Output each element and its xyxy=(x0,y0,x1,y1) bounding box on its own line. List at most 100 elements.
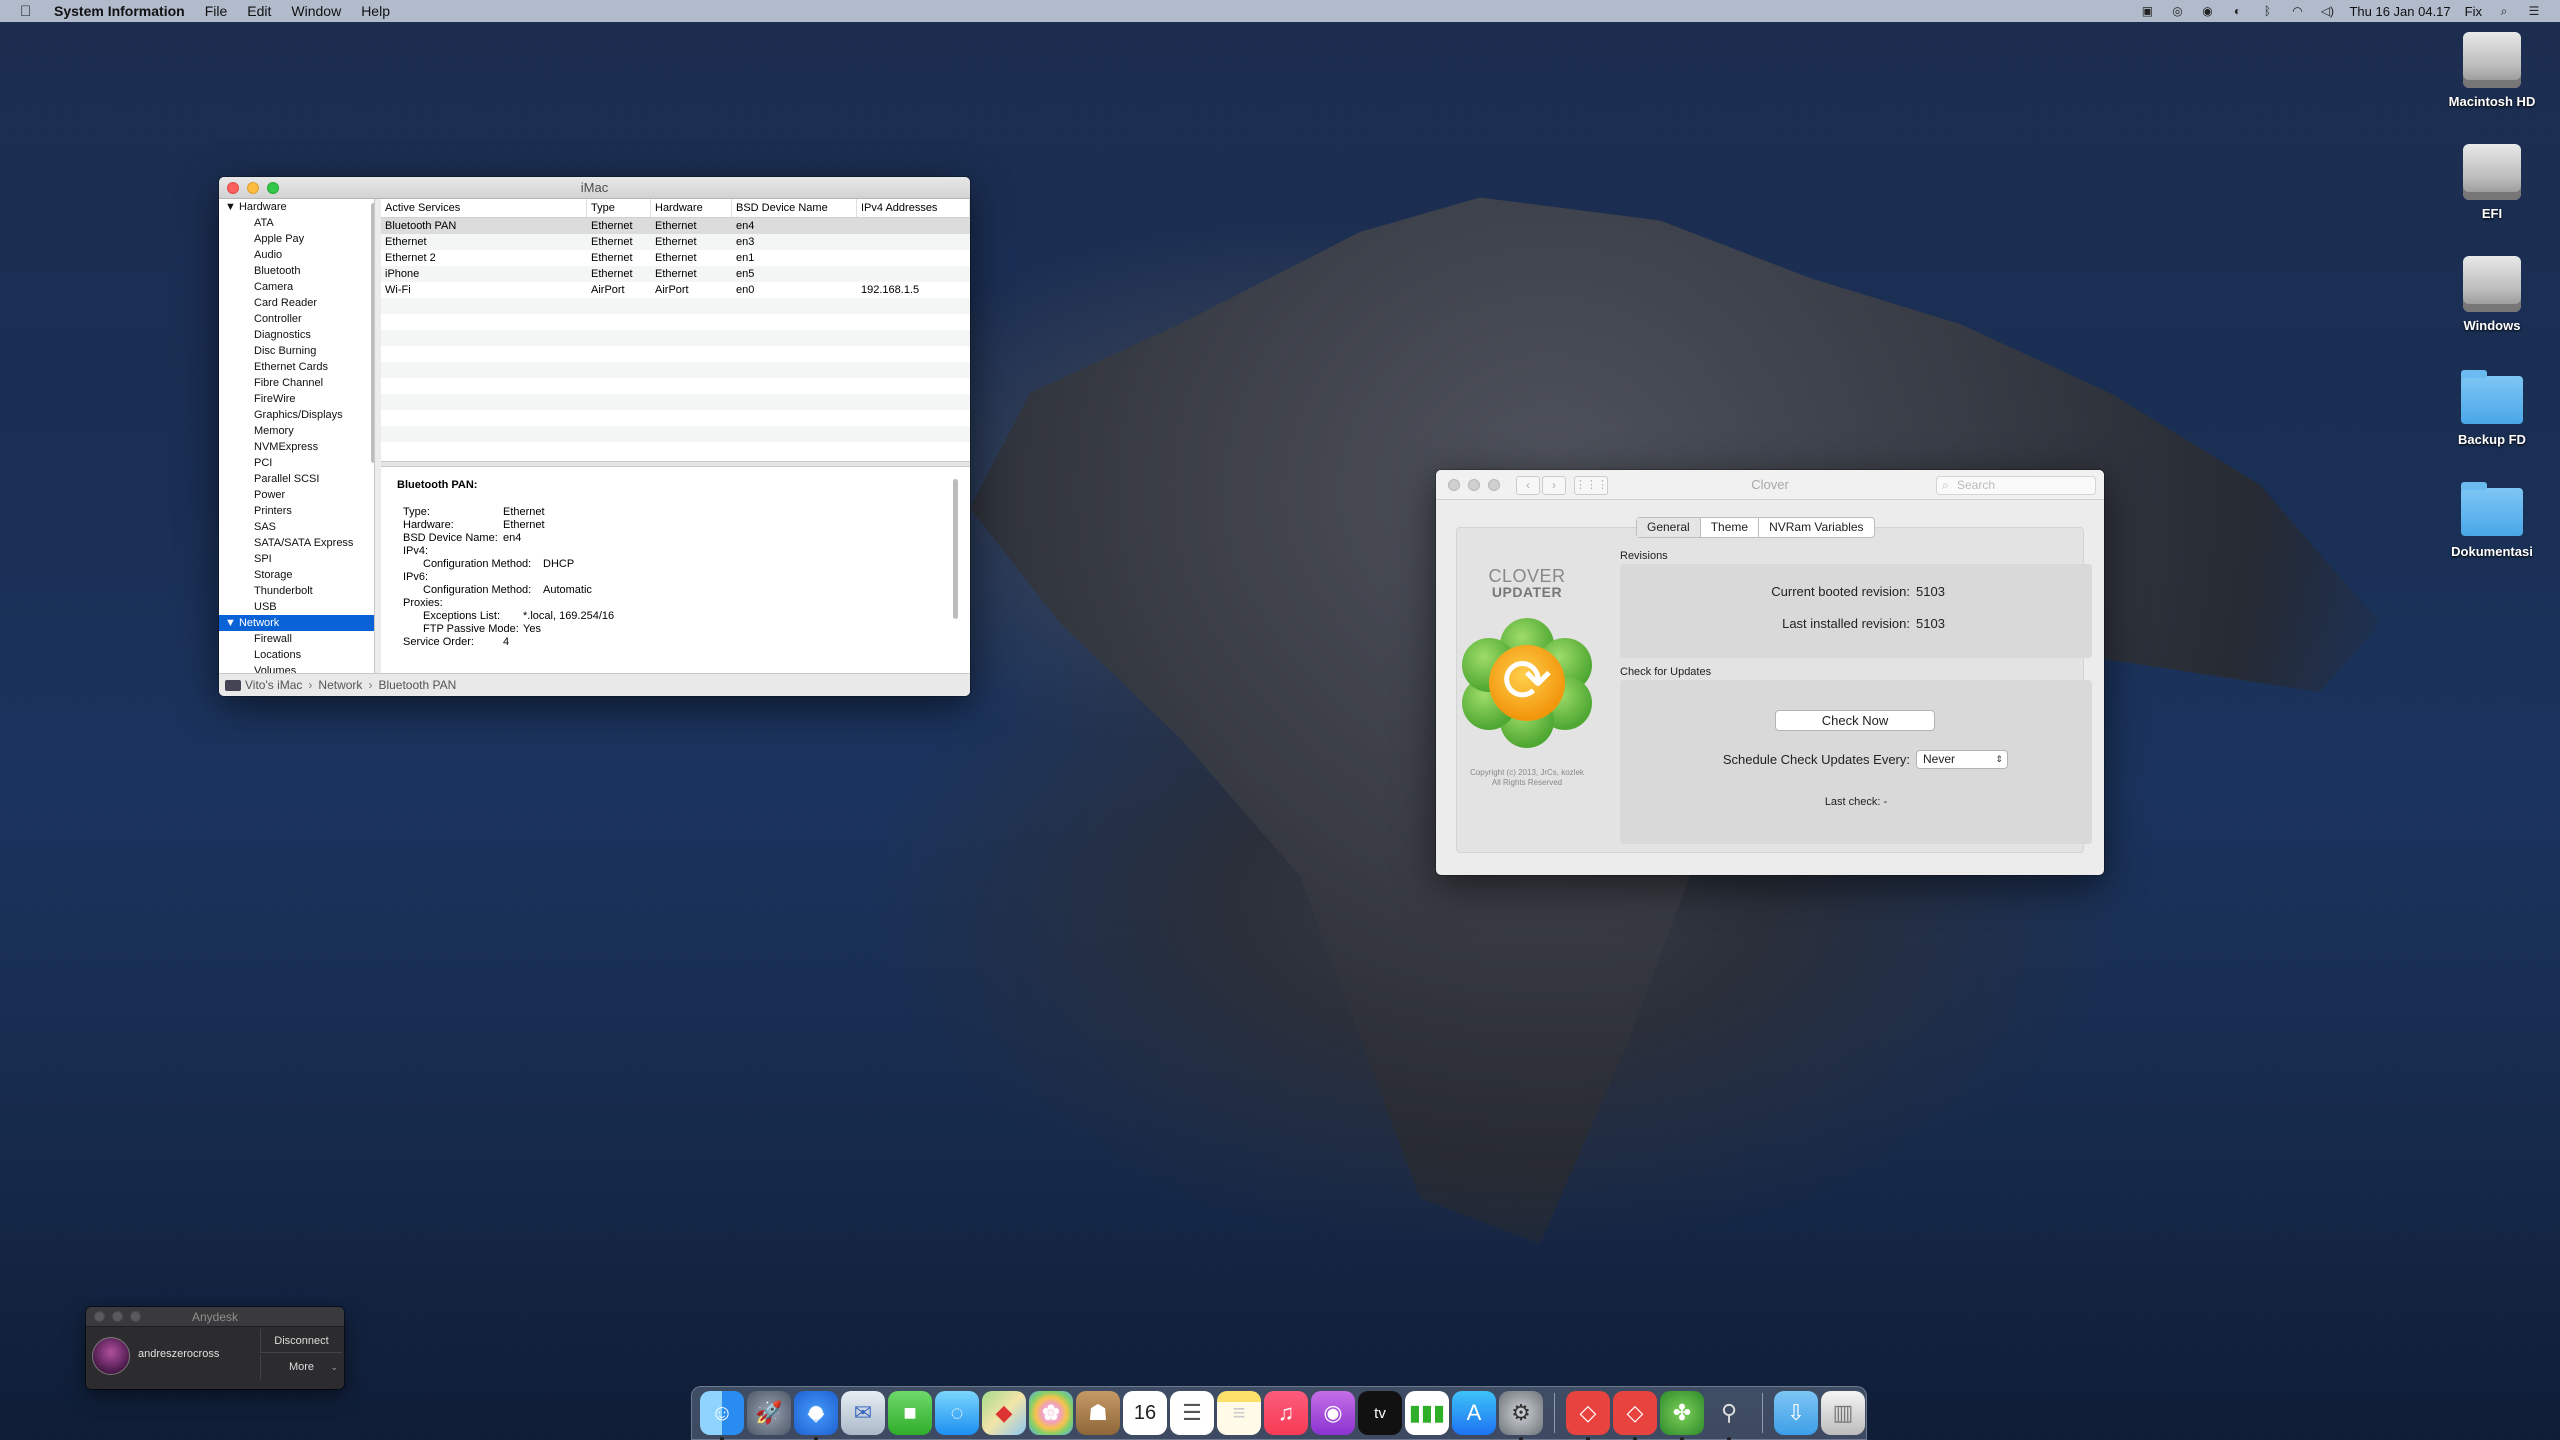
table-row[interactable]: Ethernet 2 Ethernet Ethernet en1 xyxy=(381,250,970,266)
bluetooth-icon[interactable]: ᛒ xyxy=(2259,5,2275,17)
sidebar-item[interactable]: USB xyxy=(219,599,374,615)
wifi-icon[interactable]: ◠ xyxy=(2289,5,2305,17)
disconnect-button[interactable]: Disconnect xyxy=(260,1329,342,1353)
podcasts-icon[interactable]: ◉ xyxy=(1311,1391,1355,1435)
sidebar-item[interactable]: Camera xyxy=(219,279,374,295)
sidebar-item[interactable]: Controller xyxy=(219,311,374,327)
column-header[interactable]: IPv4 Addresses xyxy=(857,199,970,217)
sidebar-item[interactable]: FireWire xyxy=(219,391,374,407)
sidebar-item[interactable]: SAS xyxy=(219,519,374,535)
status-icon-4[interactable]: ◐ xyxy=(2229,5,2245,17)
app-menu[interactable]: System Information xyxy=(54,3,185,19)
sidebar-item[interactable]: Ethernet Cards xyxy=(219,359,374,375)
numbers-icon[interactable]: ▮▮▮ xyxy=(1405,1391,1449,1435)
menu-file[interactable]: File xyxy=(205,3,228,19)
sidebar-item[interactable]: Parallel SCSI xyxy=(219,471,374,487)
tab-nvram-variables[interactable]: NVRam Variables xyxy=(1759,518,1873,537)
sidebar-item[interactable]: Fibre Channel xyxy=(219,375,374,391)
sidebar-item[interactable]: NVMExpress xyxy=(219,439,374,455)
finder-icon[interactable]: ☺ xyxy=(700,1391,744,1440)
volume-icon[interactable]: ◁) xyxy=(2319,5,2335,17)
menu-window[interactable]: Window xyxy=(291,3,341,19)
apple-menu-icon[interactable]:  xyxy=(20,3,40,20)
downloads-folder-icon[interactable]: ⇩ xyxy=(1774,1391,1818,1435)
desktop-icon-dokumentasi[interactable]: Dokumentasi xyxy=(2432,482,2552,559)
user-menu[interactable]: Fix xyxy=(2465,4,2482,19)
zoom-button[interactable] xyxy=(267,182,279,194)
column-header[interactable]: Active Services xyxy=(381,199,587,217)
menu-edit[interactable]: Edit xyxy=(247,3,271,19)
sidebar-item[interactable]: SPI xyxy=(219,551,374,567)
breadcrumb-item[interactable]: Network xyxy=(318,678,362,692)
tv-icon[interactable]: tv xyxy=(1358,1391,1402,1435)
back-button[interactable]: ‹ xyxy=(1516,476,1540,495)
clock[interactable]: Thu 16 Jan 04.17 xyxy=(2349,4,2450,19)
sidebar-item[interactable]: Thunderbolt xyxy=(219,583,374,599)
desktop-icon-efi[interactable]: EFI xyxy=(2432,144,2552,221)
forward-button[interactable]: › xyxy=(1542,476,1566,495)
sidebar-item[interactable]: Audio xyxy=(219,247,374,263)
contacts-icon[interactable]: ☗ xyxy=(1076,1391,1120,1435)
mail-icon[interactable]: ✉ xyxy=(841,1391,885,1435)
menu-help[interactable]: Help xyxy=(361,3,390,19)
sidebar-item[interactable]: Power xyxy=(219,487,374,503)
system-preferences-icon[interactable]: ⚙ xyxy=(1499,1391,1543,1440)
sidebar-item[interactable]: Volumes xyxy=(219,663,374,673)
tab-general[interactable]: General xyxy=(1637,518,1701,537)
window-titlebar[interactable]: ‹ › ⋮⋮⋮ Clover ⌕ Search xyxy=(1436,470,2104,500)
window-titlebar[interactable]: iMac xyxy=(219,177,970,199)
clover-icon[interactable]: ✤ xyxy=(1660,1391,1704,1440)
sidebar-item[interactable]: Bluetooth xyxy=(219,263,374,279)
sidebar-item[interactable]: ATA xyxy=(219,215,374,231)
sidebar-item[interactable]: Firewall xyxy=(219,631,374,647)
launchpad-icon[interactable]: 🚀 xyxy=(747,1391,791,1435)
breadcrumb-item[interactable]: Vito's iMac xyxy=(245,678,302,692)
table-row[interactable]: Bluetooth PAN Ethernet Ethernet en4 xyxy=(381,218,970,234)
detail-scrollbar[interactable] xyxy=(953,479,958,619)
anydesk-2-icon[interactable]: ◇ xyxy=(1613,1391,1657,1440)
close-button[interactable] xyxy=(227,182,239,194)
sidebar-item[interactable]: Locations xyxy=(219,647,374,663)
more-button[interactable]: More ⌄ xyxy=(260,1355,342,1379)
facetime-icon[interactable]: ■ xyxy=(888,1391,932,1435)
sidebar-group-hardware[interactable]: ▼ Hardware xyxy=(219,199,374,215)
minimize-button[interactable] xyxy=(1468,479,1480,491)
maps-icon[interactable]: ◆ xyxy=(982,1391,1026,1435)
desktop-icon-windows[interactable]: Windows xyxy=(2432,256,2552,333)
sidebar-item[interactable]: Graphics/Displays xyxy=(219,407,374,423)
sidebar-item[interactable]: Printers xyxy=(219,503,374,519)
utility-icon[interactable]: ⚲ xyxy=(1707,1391,1751,1440)
music-icon[interactable]: ♫ xyxy=(1264,1391,1308,1435)
app-store-icon[interactable]: A xyxy=(1452,1391,1496,1435)
reminders-icon[interactable]: ☰ xyxy=(1170,1391,1214,1435)
minimize-button[interactable] xyxy=(112,1311,123,1322)
photos-icon[interactable]: ✿ xyxy=(1029,1391,1073,1435)
status-icon-1[interactable]: ▣ xyxy=(2139,5,2155,17)
sidebar-item[interactable]: Diagnostics xyxy=(219,327,374,343)
calendar-icon[interactable]: 16 xyxy=(1123,1391,1167,1435)
sidebar-item[interactable]: Card Reader xyxy=(219,295,374,311)
status-icon-2[interactable]: ◎ xyxy=(2169,5,2185,17)
breadcrumb-item[interactable]: Bluetooth PAN xyxy=(378,678,456,692)
desktop-icon-macintosh-hd[interactable]: Macintosh HD xyxy=(2432,32,2552,109)
show-all-grid-button[interactable]: ⋮⋮⋮ xyxy=(1574,476,1608,495)
sidebar-scrollbar[interactable] xyxy=(371,203,374,463)
zoom-button[interactable] xyxy=(1488,479,1500,491)
column-header[interactable]: Type xyxy=(587,199,651,217)
safari-icon[interactable]: ◈ xyxy=(794,1391,838,1440)
schedule-select[interactable]: Never ⇕ xyxy=(1916,750,2008,769)
anydesk-icon[interactable]: ◇ xyxy=(1566,1391,1610,1440)
sidebar-group-network[interactable]: ▼ Network xyxy=(219,615,374,631)
table-row[interactable]: Wi-Fi AirPort AirPort en0 192.168.1.5 xyxy=(381,282,970,298)
column-header[interactable]: BSD Device Name xyxy=(732,199,857,217)
messages-icon[interactable]: ◌ xyxy=(935,1391,979,1435)
close-button[interactable] xyxy=(1448,479,1460,491)
sidebar-item[interactable]: SATA/SATA Express xyxy=(219,535,374,551)
search-field[interactable]: ⌕ Search xyxy=(1936,476,2096,495)
notes-icon[interactable]: ≡ xyxy=(1217,1391,1261,1435)
table-row[interactable]: iPhone Ethernet Ethernet en5 xyxy=(381,266,970,282)
sidebar-item[interactable]: Memory xyxy=(219,423,374,439)
zoom-button[interactable] xyxy=(130,1311,141,1322)
tab-theme[interactable]: Theme xyxy=(1701,518,1760,537)
close-button[interactable] xyxy=(94,1311,105,1322)
